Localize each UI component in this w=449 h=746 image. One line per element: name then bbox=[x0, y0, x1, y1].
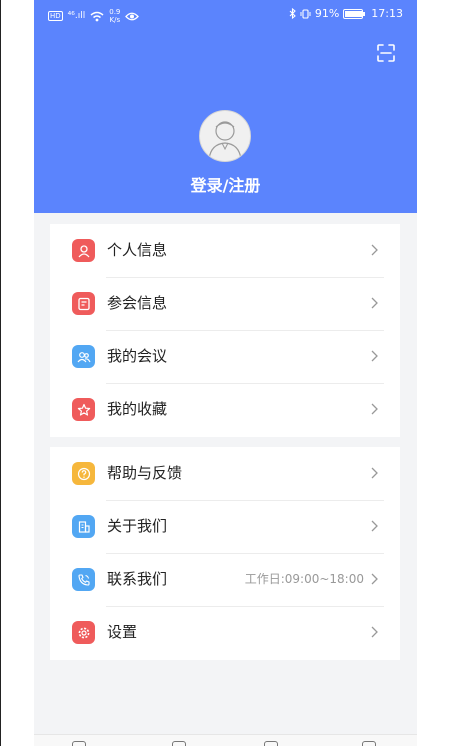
bottom-tab-bar bbox=[34, 734, 417, 746]
hd-badge: HD bbox=[48, 11, 63, 21]
bluetooth-icon bbox=[289, 8, 296, 19]
menu-label: 联系我们 bbox=[107, 570, 168, 588]
chevron-right-icon bbox=[371, 403, 378, 415]
wifi-icon bbox=[90, 11, 104, 21]
default-avatar-icon bbox=[208, 121, 242, 160]
menu-label: 参会信息 bbox=[107, 294, 168, 312]
gear-icon bbox=[72, 621, 95, 644]
chevron-right-icon bbox=[371, 244, 378, 256]
avatar[interactable] bbox=[199, 110, 251, 162]
menu-label: 帮助与反馈 bbox=[107, 464, 183, 482]
phone-icon bbox=[72, 568, 95, 591]
menu-item-help-feedback[interactable]: 帮助与反馈 bbox=[50, 447, 400, 500]
menu-item-attendee-info[interactable]: 参会信息 bbox=[50, 277, 400, 330]
menu-label: 设置 bbox=[107, 623, 138, 641]
menu-label: 我的会议 bbox=[107, 347, 168, 365]
profile-header: HD ⁴⁶.ıll 0.9 K/s 91% 17:13 登录/注册 bbox=[34, 0, 417, 213]
signal-icon: ⁴⁶.ıll bbox=[67, 11, 86, 21]
chevron-right-icon bbox=[371, 350, 378, 362]
clock: 17:13 bbox=[371, 7, 403, 20]
people-icon bbox=[72, 345, 95, 368]
menu-item-settings[interactable]: 设置 bbox=[50, 606, 400, 659]
menu-item-my-favorites[interactable]: 我的收藏 bbox=[50, 383, 400, 436]
tab-home-icon[interactable] bbox=[72, 741, 86, 746]
status-bar: HD ⁴⁶.ıll 0.9 K/s 91% 17:13 bbox=[34, 0, 417, 32]
chevron-right-icon bbox=[371, 297, 378, 309]
tab-mine-icon[interactable] bbox=[362, 741, 376, 746]
menu-label: 个人信息 bbox=[107, 241, 168, 259]
menu-item-contact-us[interactable]: 联系我们 工作日:09:00~18:00 bbox=[50, 553, 400, 606]
tab-meeting-icon[interactable] bbox=[172, 741, 186, 746]
working-hours-text: 工作日:09:00~18:00 bbox=[244, 572, 364, 586]
menu-item-about-us[interactable]: 关于我们 bbox=[50, 500, 400, 553]
menu-item-personal-info[interactable]: 个人信息 bbox=[50, 224, 400, 277]
phone-screen: HD ⁴⁶.ıll 0.9 K/s 91% 17:13 登录/注册 个人信息 参… bbox=[34, 0, 417, 746]
tab-message-icon[interactable] bbox=[264, 741, 278, 746]
building-icon bbox=[72, 515, 95, 538]
battery-percent: 91% bbox=[314, 7, 340, 20]
vibrate-icon bbox=[300, 8, 311, 19]
login-register-link[interactable]: 登录/注册 bbox=[34, 172, 417, 196]
chevron-right-icon bbox=[371, 520, 378, 532]
menu-label: 我的收藏 bbox=[107, 400, 168, 418]
menu-card-account: 个人信息 参会信息 我的会议 我的收藏 bbox=[50, 224, 400, 437]
frame-border bbox=[0, 0, 1, 746]
chevron-right-icon bbox=[371, 626, 378, 638]
help-icon bbox=[72, 462, 95, 485]
chevron-right-icon bbox=[371, 573, 378, 585]
network-speed: 0.9 K/s bbox=[109, 8, 121, 24]
person-icon bbox=[72, 239, 95, 262]
chevron-right-icon bbox=[371, 467, 378, 479]
scan-icon[interactable] bbox=[376, 43, 396, 63]
menu-card-support: 帮助与反馈 关于我们 联系我们 工作日:09:00~18:00 设置 bbox=[50, 447, 400, 660]
eye-icon bbox=[125, 12, 140, 20]
battery-icon bbox=[343, 8, 366, 19]
menu-item-my-meetings[interactable]: 我的会议 bbox=[50, 330, 400, 383]
menu-label: 关于我们 bbox=[107, 517, 168, 535]
star-icon bbox=[72, 398, 95, 421]
badge-icon bbox=[72, 292, 95, 315]
